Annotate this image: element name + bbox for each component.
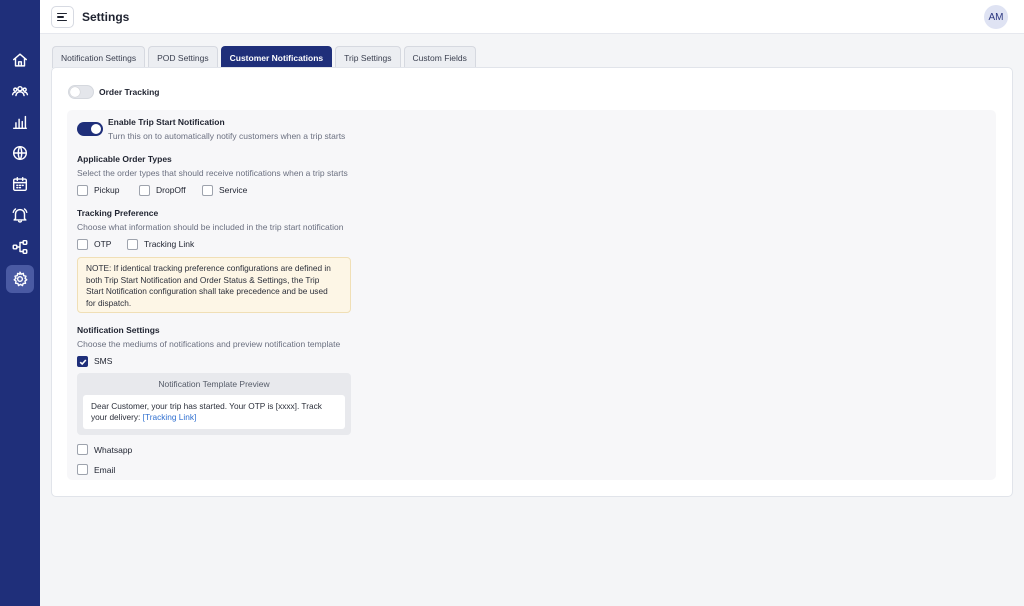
sidebar (0, 0, 40, 606)
note-line: for dispatch. (86, 297, 132, 308)
gear-icon[interactable] (6, 265, 34, 293)
check-icon (79, 359, 87, 366)
tracking-link[interactable]: [Tracking Link] (143, 412, 197, 422)
otp-checkbox[interactable] (77, 239, 88, 250)
template-preview-body: Dear Customer, your trip has started. Yo… (83, 395, 345, 429)
calendar-icon[interactable] (6, 170, 34, 198)
dropoff-checkbox[interactable] (139, 185, 150, 196)
toggle-knob (91, 124, 101, 134)
note-line: NOTE: If identical tracking preference c… (86, 263, 331, 273)
pickup-checkbox[interactable] (77, 185, 88, 196)
order-tracking-label: Order Tracking (99, 87, 160, 97)
otp-label: OTP (94, 239, 112, 249)
menu-toggle-button[interactable] (51, 6, 74, 28)
tab-pod-settings[interactable]: POD Settings (148, 46, 218, 68)
order-types-description: Select the order types that should recei… (77, 168, 348, 178)
bell-icon[interactable] (6, 201, 34, 229)
tracking-preference-title: Tracking Preference (77, 208, 159, 218)
tracking-preference-description: Choose what information should be includ… (77, 222, 344, 232)
precedence-note: NOTE: If identical tracking preference c… (77, 257, 351, 313)
template-preview-title: Notification Template Preview (158, 379, 270, 389)
globe-icon[interactable] (6, 139, 34, 167)
trip-start-title: Enable Trip Start Notification (108, 117, 225, 127)
avatar[interactable]: AM (984, 5, 1008, 29)
sms-checkbox[interactable] (77, 356, 88, 367)
tracking-link-checkbox[interactable] (127, 239, 138, 250)
order-types-title: Applicable Order Types (77, 154, 172, 164)
note-line: Start Notification configuration shall t… (86, 286, 328, 296)
trip-start-toggle[interactable] (77, 122, 103, 136)
menu-line (57, 12, 67, 15)
service-label: Service (219, 185, 248, 195)
home-icon[interactable] (6, 46, 34, 74)
dropoff-label: DropOff (156, 185, 186, 195)
email-label: Email (94, 465, 116, 475)
email-checkbox[interactable] (77, 464, 88, 475)
tab-custom-fields[interactable]: Custom Fields (403, 46, 476, 68)
settings-tabs: Notification Settings POD Settings Custo… (52, 46, 476, 68)
page-title: Settings (82, 10, 130, 24)
toggle-knob (70, 87, 80, 97)
sms-label: SMS (94, 356, 113, 366)
preview-line: Dear Customer, your trip has started. Yo… (91, 401, 322, 411)
tab-customer-notifications[interactable]: Customer Notifications (220, 46, 333, 68)
notification-settings-description: Choose the mediums of notifications and … (77, 339, 341, 349)
top-bar: Settings AM (40, 0, 1024, 34)
whatsapp-checkbox[interactable] (77, 444, 88, 455)
whatsapp-label: Whatsapp (94, 445, 133, 455)
tab-trip-settings[interactable]: Trip Settings (335, 46, 401, 68)
trip-start-description: Turn this on to automatically notify cus… (108, 131, 346, 141)
bar-chart-icon[interactable] (6, 108, 34, 136)
template-preview: Notification Template Preview Dear Custo… (77, 373, 351, 435)
preview-line: your delivery: [Tracking Link] (91, 412, 337, 423)
menu-line (57, 19, 67, 22)
notification-settings-title: Notification Settings (77, 325, 160, 335)
menu-line (57, 16, 64, 18)
order-tracking-toggle[interactable] (68, 85, 94, 99)
note-line: both Trip Start Notification and Order S… (86, 274, 320, 285)
preview-line-text: your delivery: (91, 412, 143, 422)
users-icon[interactable] (6, 77, 34, 105)
tracking-link-label: Tracking Link (144, 239, 195, 249)
workflow-icon[interactable] (6, 233, 34, 261)
tab-notification-settings[interactable]: Notification Settings (52, 46, 146, 68)
pickup-label: Pickup (94, 185, 120, 195)
service-checkbox[interactable] (202, 185, 213, 196)
